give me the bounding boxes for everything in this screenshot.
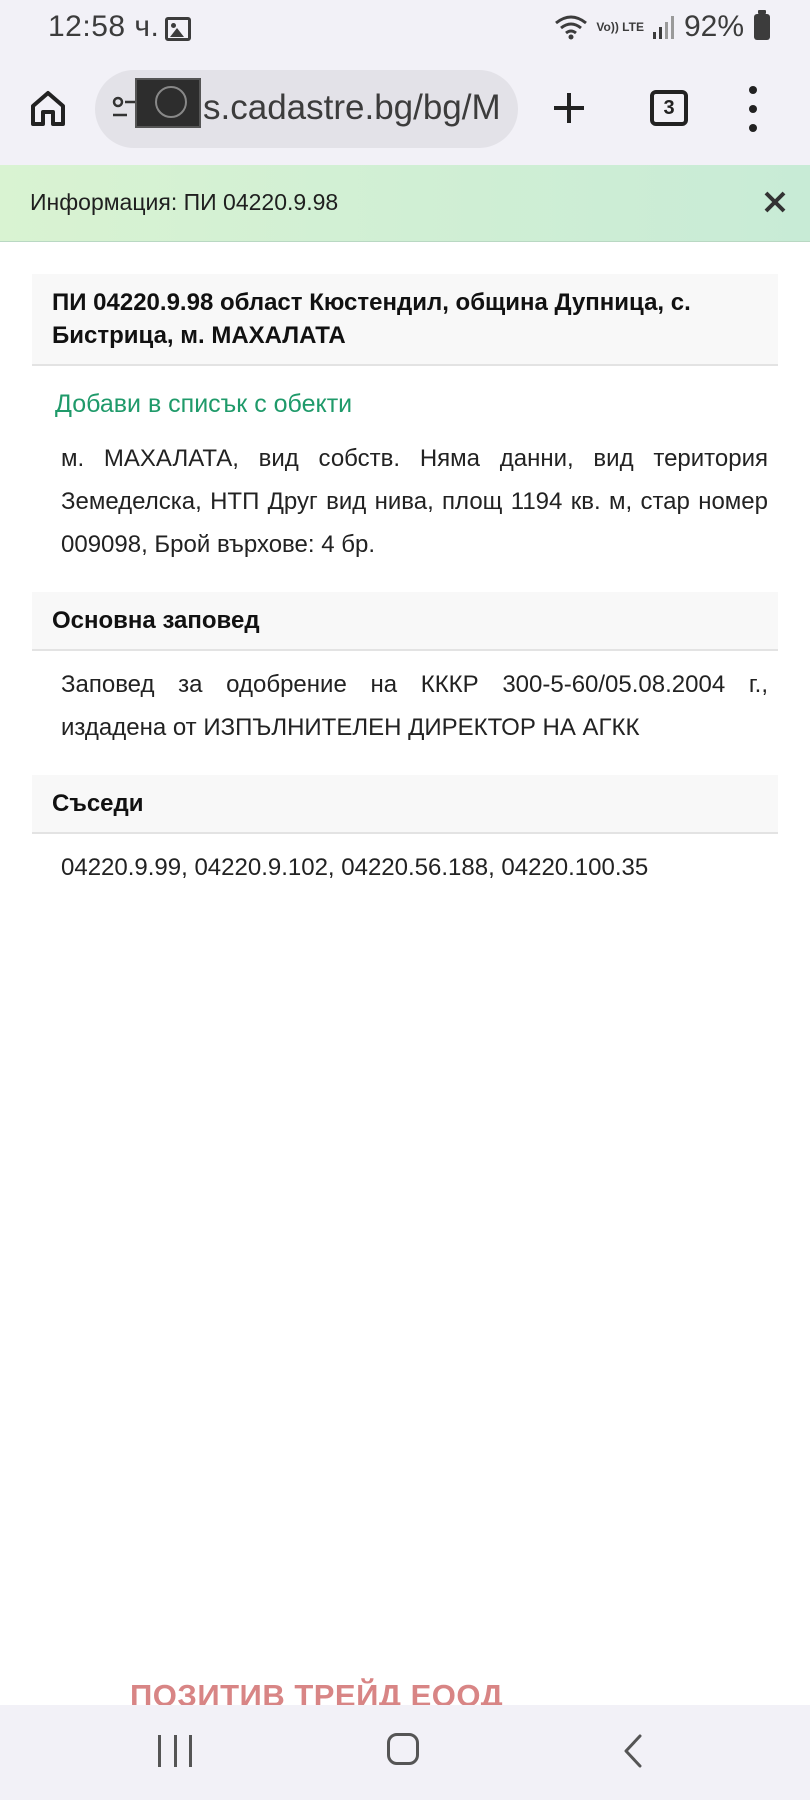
browser-toolbar: s.cadastre.bg/bg/M 3 [0, 60, 810, 165]
close-button[interactable] [758, 185, 792, 219]
neighbors-list: 04220.9.99, 04220.9.102, 04220.56.188, 0… [61, 854, 649, 881]
order-section: Основна заповед Заповед за одобрение на … [32, 592, 778, 749]
home-nav-icon[interactable] [387, 1733, 419, 1765]
recents-icon[interactable] [158, 1735, 192, 1767]
neighbors-section: Съседи 04220.9.99, 04220.9.102, 04220.56… [32, 775, 778, 889]
info-banner: Информация: ПИ 04220.9.98 [0, 165, 810, 242]
property-title: ПИ 04220.9.98 област Кюстендил, община Д… [32, 274, 778, 366]
system-nav-bar [0, 1705, 810, 1800]
wifi-icon [555, 15, 588, 40]
close-icon [764, 191, 786, 213]
info-banner-text: Информация: ПИ 04220.9.98 [30, 189, 339, 215]
tab-switcher-button[interactable]: 3 [650, 90, 688, 126]
new-tab-button[interactable] [545, 84, 593, 132]
battery-percent: 92% [683, 10, 744, 43]
signal-icon [652, 16, 674, 39]
back-icon[interactable] [618, 1733, 648, 1769]
lte-icon: Vo)) LTE [596, 20, 644, 34]
add-to-object-list-link[interactable]: Добави в списък с обекти [55, 390, 778, 419]
plus-icon [554, 93, 584, 123]
gallery-notification-icon [165, 17, 191, 41]
property-info-panel: ПИ 04220.9.98 област Кюстендил, община Д… [32, 274, 778, 889]
home-button[interactable] [24, 84, 72, 132]
status-bar: 12:58 ч. Vo)) LTE 92% [0, 0, 810, 60]
site-logo-overlay [135, 78, 201, 128]
status-time: 12:58 ч. [48, 10, 160, 43]
more-menu-icon[interactable] [745, 86, 761, 132]
battery-icon [754, 10, 770, 40]
order-section-header: Основна заповед [32, 592, 778, 651]
home-icon [31, 91, 65, 126]
neighbors-section-header: Съседи [32, 775, 778, 834]
property-description: м. МАХАЛАТА, вид собств. Няма данни, вид… [61, 445, 768, 558]
order-section-body: Заповед за одобрение на КККР 300-5-60/05… [61, 671, 768, 741]
url-text[interactable]: s.cadastre.bg/bg/M [203, 88, 501, 128]
address-bar[interactable]: s.cadastre.bg/bg/M [95, 70, 518, 148]
status-icons: Vo)) LTE 92% [554, 10, 770, 44]
